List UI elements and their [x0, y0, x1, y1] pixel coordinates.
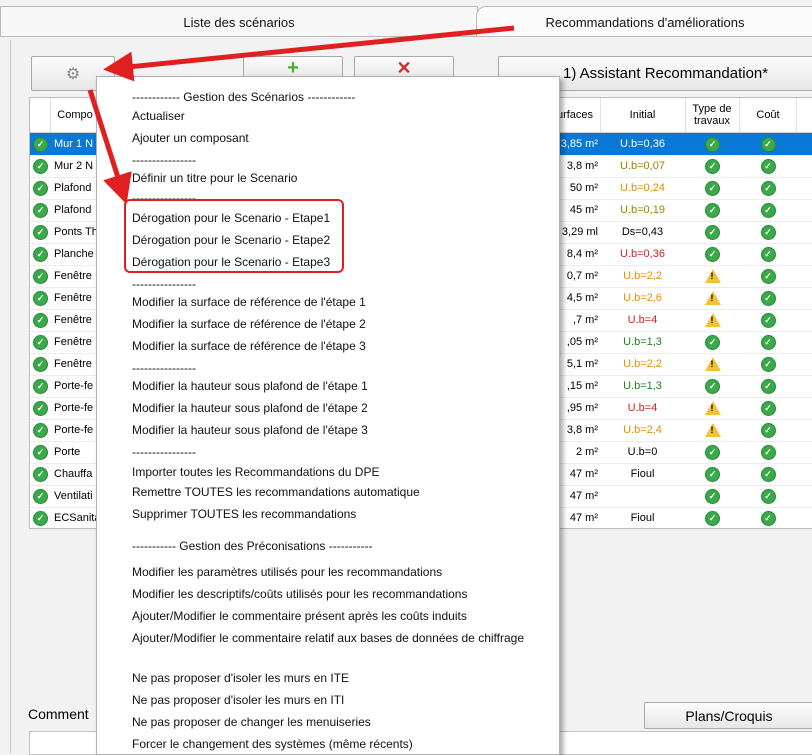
- arrow-to-settings: [103, 25, 515, 82]
- annotation-arrows: [87, 25, 515, 205]
- arrow-to-derogation: [87, 89, 132, 205]
